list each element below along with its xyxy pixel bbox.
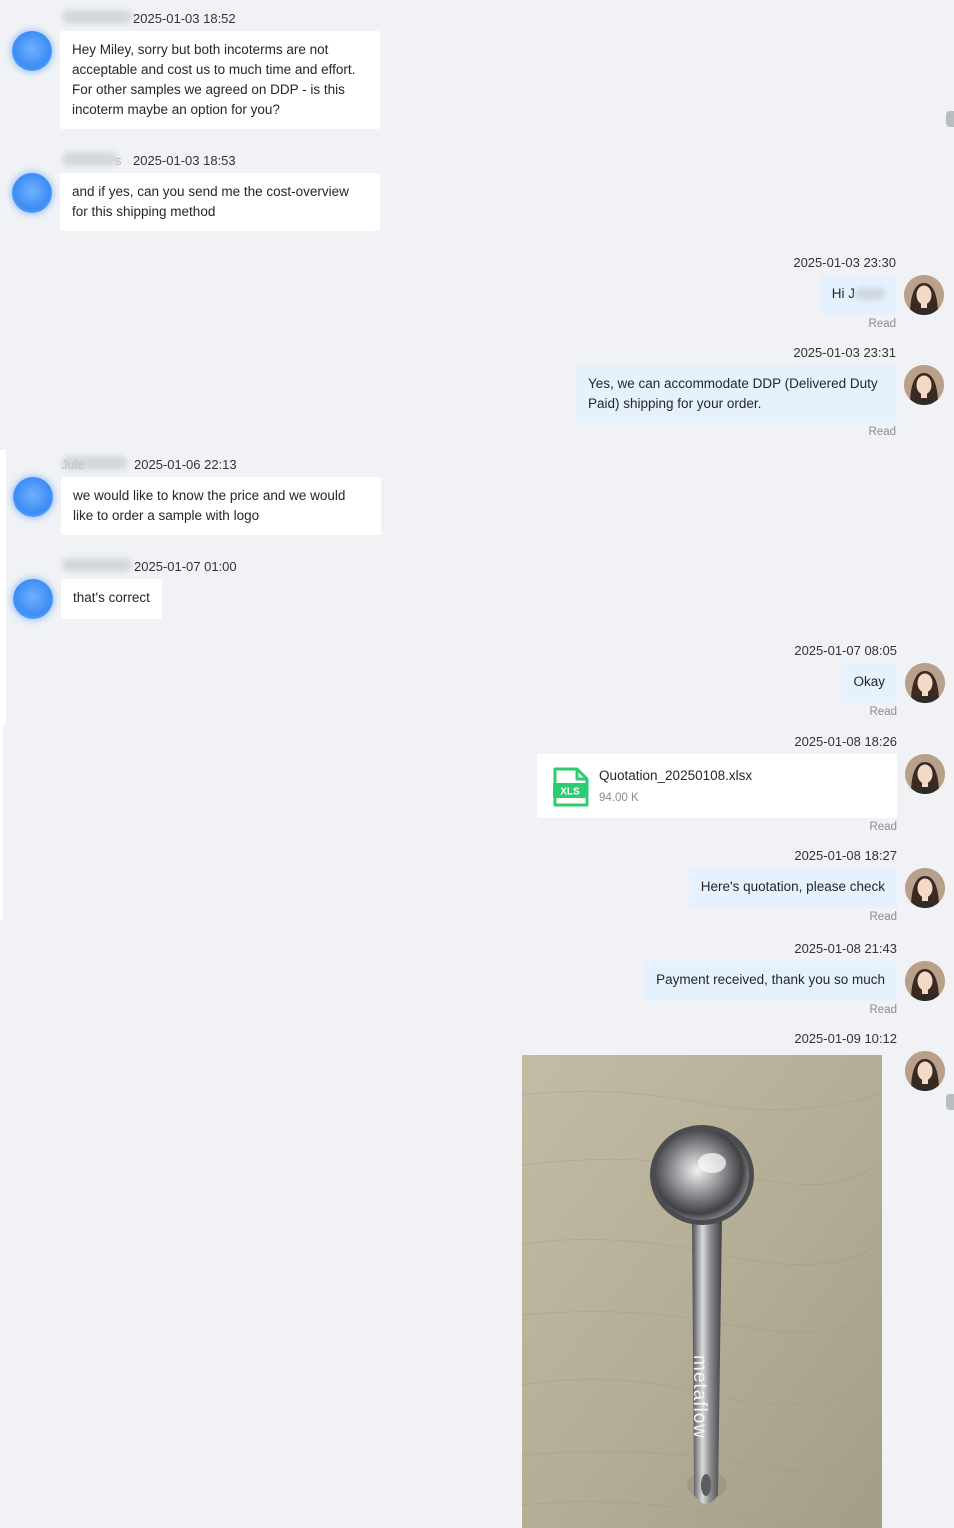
contact-avatar[interactable]: [13, 477, 53, 517]
incoming-message-bubble[interactable]: and if yes, can you send me the cost-ove…: [60, 173, 380, 231]
message-text: Okay: [853, 674, 885, 689]
contact-avatar[interactable]: [12, 173, 52, 213]
file-name[interactable]: Quotation_20250108.xlsx: [599, 768, 752, 783]
contact-avatar[interactable]: [12, 31, 52, 71]
message-line: incoterm maybe an option for you?: [72, 102, 280, 117]
read-status: Read: [868, 318, 897, 330]
measuring-scoop-photo: metaflow: [522, 1055, 882, 1528]
sender-name-blurred: [62, 10, 132, 24]
left-edge-strip: [0, 450, 6, 725]
message-timestamp: 2025-01-06 22:13: [134, 457, 237, 472]
user-avatar[interactable]: [905, 868, 945, 908]
message-timestamp: 2025-01-03 23:31: [793, 345, 896, 360]
sender-name-fragment: s: [115, 153, 122, 168]
sender-name-blurred: [62, 558, 132, 572]
contact-avatar[interactable]: [13, 579, 53, 619]
scrollbar-marker[interactable]: [946, 1094, 954, 1110]
message-line: For other samples we agreed on DDP - is …: [72, 82, 345, 97]
message-timestamp: 2025-01-09 10:12: [794, 1031, 897, 1046]
read-status: Read: [869, 1004, 898, 1016]
incoming-message-bubble[interactable]: that's correct: [61, 579, 162, 619]
message-timestamp: 2025-01-07 01:00: [134, 559, 237, 574]
read-status: Read: [869, 911, 898, 923]
user-avatar[interactable]: [905, 754, 945, 794]
message-timestamp: 2025-01-07 08:05: [794, 643, 897, 658]
user-avatar[interactable]: [905, 1051, 945, 1091]
message-line: like to order a sample with logo: [73, 508, 260, 523]
engraved-brand-text: metaflow: [689, 1355, 710, 1439]
message-line: Yes, we can accommodate DDP (Delivered D…: [588, 376, 878, 391]
message-timestamp: 2025-01-08 18:26: [794, 734, 897, 749]
read-status: Read: [868, 426, 897, 438]
read-status: Read: [869, 821, 898, 833]
outgoing-message-bubble[interactable]: Here's quotation, please check: [688, 868, 897, 908]
recipient-name-blurred: [855, 288, 885, 301]
image-attachment[interactable]: metaflow: [522, 1055, 882, 1528]
message-text: Here's quotation, please check: [700, 879, 885, 894]
outgoing-message-bubble[interactable]: Yes, we can accommodate DDP (Delivered D…: [576, 365, 897, 423]
chat-message-list[interactable]: 2025-01-03 18:52 Hey Miley, sorry but bo…: [0, 0, 954, 1528]
left-edge-strip: [0, 725, 3, 920]
xls-file-icon: XLS: [553, 767, 589, 812]
message-line: Hey Miley, sorry but both incoterms are …: [72, 42, 329, 57]
file-size: 94.00 K: [599, 792, 639, 804]
user-avatar[interactable]: [904, 275, 944, 315]
message-text: that's correct: [73, 590, 150, 605]
message-timestamp: 2025-01-08 21:43: [794, 941, 897, 956]
user-avatar[interactable]: [905, 961, 945, 1001]
incoming-message-bubble[interactable]: we would like to know the price and we w…: [61, 477, 381, 535]
message-line: and if yes, can you send me the cost-ove…: [72, 184, 349, 199]
message-timestamp: 2025-01-08 18:27: [794, 848, 897, 863]
user-avatar[interactable]: [905, 663, 945, 703]
outgoing-message-bubble[interactable]: Okay: [841, 663, 897, 703]
message-line: acceptable and cost us to much time and …: [72, 62, 356, 77]
sender-name-blurred: [62, 152, 118, 166]
outgoing-message-bubble[interactable]: Payment received, thank you so much: [644, 961, 897, 1001]
message-line: Paid) shipping for your order.: [588, 396, 762, 411]
file-attachment-card[interactable]: XLS Quotation_20250108.xlsx 94.00 K: [537, 754, 897, 818]
message-line: we would like to know the price and we w…: [73, 488, 346, 503]
outgoing-message-bubble[interactable]: Hi J: [819, 275, 897, 315]
message-timestamp: 2025-01-03 18:52: [133, 11, 236, 26]
message-line: for this shipping method: [72, 204, 216, 219]
user-avatar[interactable]: [904, 365, 944, 405]
xls-icon-label: XLS: [560, 787, 580, 798]
incoming-message-bubble[interactable]: Hey Miley, sorry but both incoterms are …: [60, 31, 380, 129]
read-status: Read: [869, 706, 898, 718]
scrollbar-marker[interactable]: [946, 111, 954, 127]
sender-name-fragment: Jule: [61, 457, 85, 472]
message-text: Payment received, thank you so much: [656, 972, 885, 987]
message-timestamp: 2025-01-03 18:53: [133, 153, 236, 168]
message-timestamp: 2025-01-03 23:30: [793, 255, 896, 270]
message-text: Hi J: [831, 286, 855, 301]
